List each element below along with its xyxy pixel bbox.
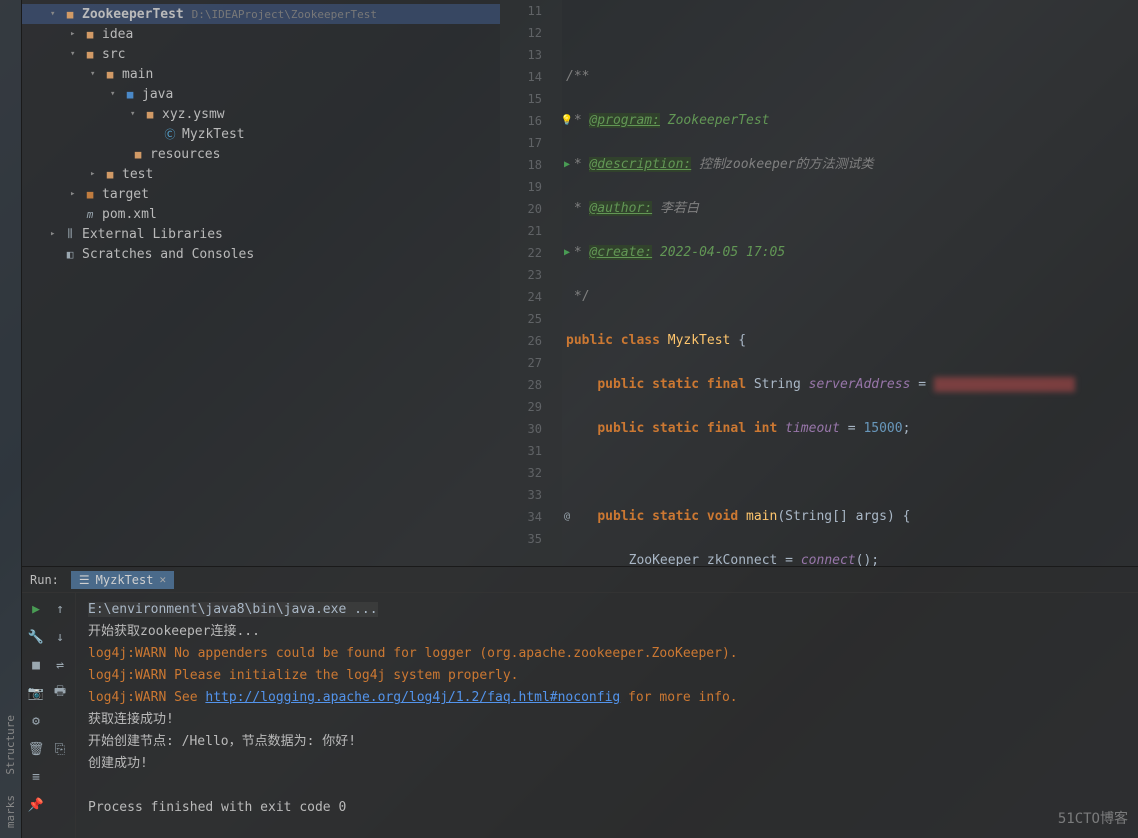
folder-icon: ■ xyxy=(82,26,98,42)
package-icon: ■ xyxy=(142,106,158,122)
run-toolbar: ▶↑ 🔧↓ ■⇌ 📷🖶 ⚙ 🗑⎘ ≡ 📌 xyxy=(22,593,76,838)
stop-button[interactable]: ■ xyxy=(26,655,46,675)
run-config-icon: ☰ xyxy=(79,573,90,587)
tree-test[interactable]: ▸■ test xyxy=(22,164,500,184)
run-panel: Run: ☰ MyzkTest ✕ ▶↑ 🔧↓ ■⇌ 📷🖶 ⚙ 🗑⎘ ≡ 📌 xyxy=(22,566,1138,838)
code-area[interactable]: /** * @program: ZookeeperTest * @descrip… xyxy=(562,0,1138,566)
rerun-button[interactable]: ▶ xyxy=(26,599,46,619)
left-tool-gutter: Structure marks xyxy=(0,0,22,838)
up-button[interactable]: ↑ xyxy=(50,599,70,619)
tree-scratches[interactable]: ◧ Scratches and Consoles xyxy=(22,244,500,264)
run-label: Run: xyxy=(30,573,59,587)
run-tab-bar: Run: ☰ MyzkTest ✕ xyxy=(22,567,1138,593)
camera-button[interactable]: 📷 xyxy=(26,683,46,703)
line-gutter[interactable]: 1112131415161718192021222324252627282930… xyxy=(500,0,562,566)
resources-folder-icon: ■ xyxy=(130,146,146,162)
folder-icon: ■ xyxy=(102,166,118,182)
log4j-link[interactable]: http://logging.apache.org/log4j/1.2/faq.… xyxy=(205,690,620,705)
pin-button[interactable]: 📌 xyxy=(26,795,46,815)
delete-button[interactable]: 🗑 xyxy=(26,739,46,759)
structure-tool[interactable]: Structure xyxy=(4,705,17,785)
print-button[interactable]: 🖶 xyxy=(50,683,70,703)
bookmarks-tool[interactable]: marks xyxy=(4,785,17,838)
editor-panel[interactable]: 1112131415161718192021222324252627282930… xyxy=(500,0,1138,566)
tree-idea[interactable]: ▸■ idea xyxy=(22,24,500,44)
run-gutter-icon[interactable]: ▶ xyxy=(560,242,574,264)
tree-package[interactable]: ▾■ xyz.ysmw xyxy=(22,104,500,124)
tree-java[interactable]: ▾■ java xyxy=(22,84,500,104)
watermark: 51CTO博客 xyxy=(1058,808,1128,828)
close-icon[interactable]: ✕ xyxy=(159,573,166,586)
bulb-icon[interactable]: 💡 xyxy=(560,110,574,132)
run-gutter-icon[interactable]: ▶ xyxy=(560,154,574,176)
java-class-icon: Ⓒ xyxy=(162,126,178,142)
scratches-icon: ◧ xyxy=(62,246,78,262)
settings-button[interactable]: ⚙ xyxy=(26,711,46,731)
tree-resources[interactable]: ■ resources xyxy=(22,144,500,164)
console-output[interactable]: E:\environment\java8\bin\java.exe ... 开始… xyxy=(76,593,1138,838)
tree-src[interactable]: ▾■ src xyxy=(22,44,500,64)
tree-external-libs[interactable]: ▸⫼ External Libraries xyxy=(22,224,500,244)
folder-icon: ■ xyxy=(82,46,98,62)
tree-target[interactable]: ▸■ target xyxy=(22,184,500,204)
folder-icon: ■ xyxy=(62,6,78,22)
run-tab[interactable]: ☰ MyzkTest ✕ xyxy=(71,571,174,589)
folder-icon: ■ xyxy=(102,66,118,82)
tree-main[interactable]: ▾■ main xyxy=(22,64,500,84)
libraries-icon: ⫼ xyxy=(62,226,78,242)
folder-icon: ■ xyxy=(82,186,98,202)
project-root[interactable]: ▾ ■ ZookeeperTest D:\IDEAProject\Zookeep… xyxy=(22,4,500,24)
override-icon[interactable]: @ xyxy=(560,506,574,528)
tree-pom[interactable]: m pom.xml xyxy=(22,204,500,224)
project-panel[interactable]: ▾ ■ ZookeeperTest D:\IDEAProject\Zookeep… xyxy=(22,0,500,566)
wrap-button[interactable]: ⇌ xyxy=(50,655,70,675)
down-button[interactable]: ↓ xyxy=(50,627,70,647)
wrench-button[interactable]: 🔧 xyxy=(26,627,46,647)
exit-button[interactable]: ⎘ xyxy=(50,739,70,759)
source-folder-icon: ■ xyxy=(122,86,138,102)
tree-class-myzktest[interactable]: Ⓒ MyzkTest xyxy=(22,124,500,144)
maven-icon: m xyxy=(82,206,98,222)
list-button[interactable]: ≡ xyxy=(26,767,46,787)
